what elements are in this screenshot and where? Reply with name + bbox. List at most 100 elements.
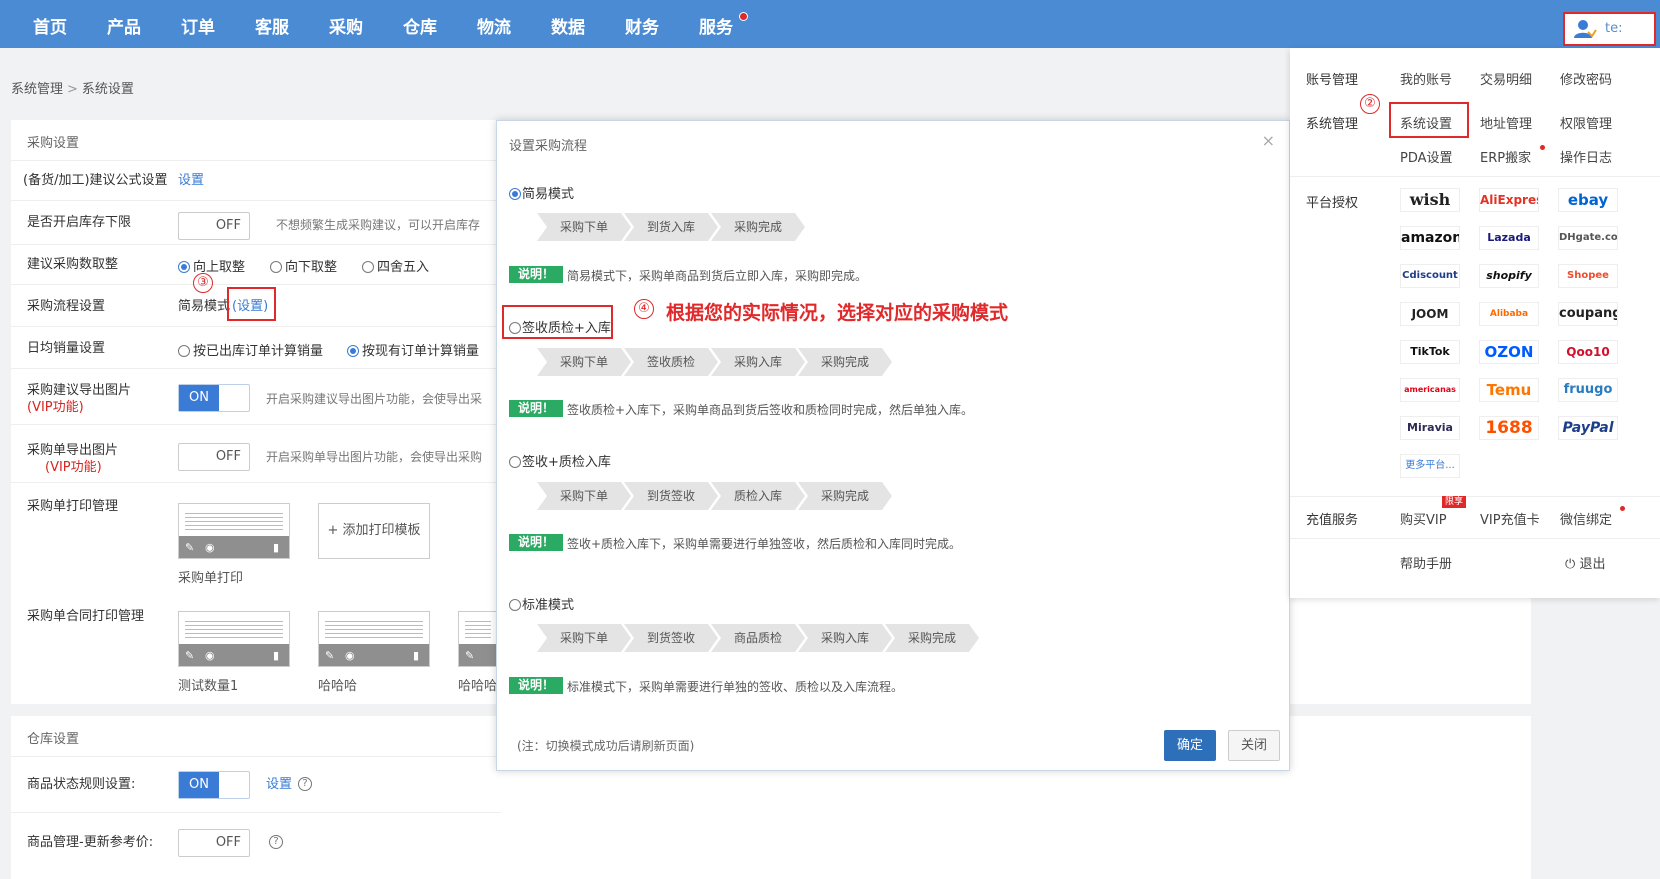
status-rule-toggle[interactable]: ON [178,771,250,799]
platform-more[interactable]: 更多平台... [1400,454,1460,478]
po-image-label: 采购单导出图片 (VIP功能) [27,443,119,475]
delete-icon[interactable]: ▮ [273,649,279,662]
contract-template-card[interactable]: ✎ ◉ ▮ [318,611,430,667]
annotation-marker-2: ② [1360,94,1380,114]
stock-limit-toggle[interactable]: OFF [178,212,250,240]
mode-standard-radio[interactable]: 标准模式 [509,594,574,613]
rounding-round-radio[interactable]: 四舍五入 [362,256,429,275]
user-dropdown-menu: 账号管理 我的账号 交易明细 修改密码 系统管理 系统设置 地址管理 权限管理 … [1290,48,1660,598]
menu-address[interactable]: 地址管理 [1480,113,1532,132]
contract-template-card[interactable]: ✎ ◉ ▮ [178,611,290,667]
menu-erp-migration[interactable]: ERP搬家 [1480,147,1531,166]
top-nav: 首页 产品 订单 客服 采购 仓库 物流 数据 财务 服务 te: [0,0,1660,48]
nav-purchase[interactable]: 采购 [316,0,376,48]
flow-step: 采购完成 [885,624,979,652]
delete-icon[interactable]: ▮ [273,541,279,554]
close-button[interactable]: 关闭 [1228,730,1280,761]
mode-sign-qcstock-radio[interactable]: 签收+质检入库 [509,451,611,470]
menu-pda-settings[interactable]: PDA设置 [1400,147,1453,166]
platform-shopify[interactable]: shopify [1479,264,1539,288]
menu-buy-vip[interactable]: 购买VIP [1400,509,1447,528]
new-dot [1540,145,1545,150]
nav-warehouse[interactable]: 仓库 [390,0,450,48]
flow-step: 采购下单 [537,482,631,510]
flow-step: 到货签收 [624,624,718,652]
nav-customer-service[interactable]: 客服 [242,0,302,48]
purchase-flow-dialog: 设置采购流程 × 简易模式 采购下单 到货入库 采购完成 说明！ 简易模式下，采… [496,120,1290,771]
platform-temu[interactable]: Temu [1479,378,1539,402]
menu-my-account[interactable]: 我的账号 [1400,69,1452,88]
nav-logistics[interactable]: 物流 [464,0,524,48]
edit-icon[interactable]: ✎ [465,649,474,662]
annotation-marker-4: ④ [634,299,654,319]
nav-data[interactable]: 数据 [538,0,598,48]
mode-simple-radio[interactable]: 简易模式 [509,183,574,202]
edit-icon[interactable]: ✎ [185,541,194,554]
po-image-toggle[interactable]: OFF [178,443,250,471]
rounding-down-radio[interactable]: 向下取整 [270,256,337,275]
platform-qoo10[interactable]: Qoo10 [1558,340,1618,364]
daily-shipped-radio[interactable]: 按已出库订单计算销量 [178,340,323,359]
platform-paypal[interactable]: PayPal [1558,416,1618,440]
preview-icon[interactable]: ◉ [345,649,355,662]
export-image-toggle[interactable]: ON [178,384,250,412]
print-template-card[interactable]: ✎ ◉ ▮ [178,503,290,559]
notification-dot [739,12,748,21]
platform-wish[interactable]: wish [1400,188,1460,212]
platform-miravia[interactable]: Miravia [1400,416,1460,440]
platform-shopee[interactable]: Shopee [1558,264,1618,288]
nav-products[interactable]: 产品 [94,0,154,48]
preview-icon[interactable]: ◉ [205,541,215,554]
nav-services[interactable]: 服务 [686,0,746,48]
menu-help[interactable]: 帮助手册 [1400,553,1452,572]
stock-limit-label: 是否开启库存下限 [27,215,132,230]
formula-label: (备货/加工)建议公式设置 [23,173,168,188]
platform-alibaba[interactable]: Alibaba [1479,302,1539,326]
platform-ebay[interactable]: ebay [1558,188,1618,212]
menu-permissions[interactable]: 权限管理 [1560,113,1612,132]
daily-current-radio[interactable]: 按现有订单计算销量 [347,340,479,359]
add-print-template-button[interactable]: + 添加打印模板 [318,503,430,559]
platform-coupang[interactable]: coupang [1558,302,1618,326]
edit-icon[interactable]: ✎ [185,649,194,662]
ref-price-toggle[interactable]: OFF [178,829,250,857]
platform-cdiscount[interactable]: Cdiscount [1400,264,1460,288]
platform-dhgate[interactable]: DHgate.com [1558,226,1618,250]
confirm-button[interactable]: 确定 [1164,730,1216,761]
user-menu-button[interactable]: te: [1563,12,1656,46]
menu-vip-card[interactable]: VIP充值卡 [1480,509,1540,528]
close-icon[interactable]: × [1262,131,1275,150]
status-rule-setting-link[interactable]: 设置 [266,776,292,793]
help-icon[interactable]: ? [298,777,312,791]
nav-home[interactable]: 首页 [20,0,80,48]
breadcrumb-system[interactable]: 系统管理 [11,82,63,97]
menu-logout[interactable]: ⏻ 退出 [1565,553,1605,572]
help-icon[interactable]: ? [269,835,283,849]
annotation-box-mode [502,305,613,339]
menu-operation-log[interactable]: 操作日志 [1560,147,1612,166]
rounding-up-radio[interactable]: 向上取整 [178,256,245,275]
rounding-label: 建议采购数取整 [27,257,119,272]
menu-wechat-bind[interactable]: 微信绑定 [1560,509,1612,528]
preview-icon[interactable]: ◉ [205,649,215,662]
edit-icon[interactable]: ✎ [325,649,334,662]
platform-ozon[interactable]: OZON [1479,340,1539,364]
platform-1688[interactable]: 1688 [1479,416,1539,440]
platform-fruugo[interactable]: fruugo [1558,378,1618,402]
flow-step: 质检入库 [711,482,805,510]
nav-finance[interactable]: 财务 [612,0,672,48]
nav-orders[interactable]: 订单 [168,0,228,48]
delete-icon[interactable]: ▮ [413,649,419,662]
menu-transactions[interactable]: 交易明细 [1480,69,1532,88]
platform-aliexpress[interactable]: AliExpress [1479,188,1539,212]
formula-setting-link[interactable]: 设置 [178,172,204,189]
user-name: te: [1605,21,1623,36]
platform-amazon[interactable]: amazon [1400,226,1460,250]
platform-joom[interactable]: JOOM [1400,302,1460,326]
platform-lazada[interactable]: Lazada [1479,226,1539,250]
contract-template-card[interactable]: ✎ [458,611,498,667]
platform-americanas[interactable]: americanas [1400,378,1460,402]
menu-change-password[interactable]: 修改密码 [1560,69,1612,88]
platform-tiktok[interactable]: TikTok [1400,340,1460,364]
flow-step: 采购下单 [537,624,631,652]
